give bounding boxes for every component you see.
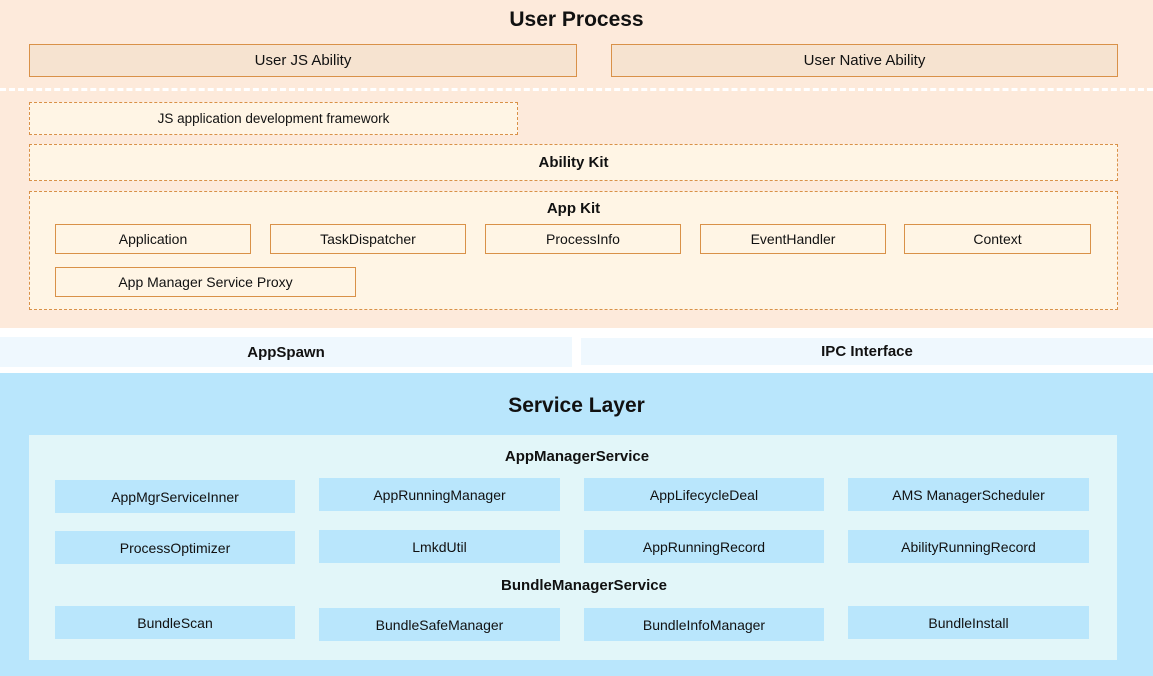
app-kit-item: Application [55, 224, 251, 254]
bundle-manager-service-item: BundleScan [55, 606, 295, 639]
app-manager-service-item: ProcessOptimizer [55, 531, 295, 564]
js-framework-box: JS application development framework [29, 102, 518, 135]
bundle-manager-service-item: BundleInfoManager [584, 608, 824, 641]
app-kit-title: App Kit [546, 199, 601, 217]
app-manager-service-item: AppMgrServiceInner [55, 480, 295, 513]
app-kit-box: App Kit Application TaskDispatcher Proce… [29, 191, 1118, 310]
app-manager-service-item: AppRunningRecord [584, 530, 824, 563]
service-layer: Service Layer AppManagerService AppMgrSe… [0, 373, 1153, 676]
ability-kit-box: Ability Kit [29, 144, 1118, 181]
app-kit-item: EventHandler [700, 224, 886, 254]
appspawn-box: AppSpawn [0, 337, 572, 367]
app-kit-item: TaskDispatcher [270, 224, 466, 254]
ipc-interface-box: IPC Interface [581, 338, 1153, 365]
process-divider [0, 88, 1153, 91]
app-manager-service-item: AppLifecycleDeal [584, 478, 824, 511]
app-manager-service-item: AppRunningManager [319, 478, 560, 511]
user-process-title: User Process [509, 8, 644, 31]
user-js-ability-box: User JS Ability [29, 44, 577, 77]
app-kit-item: Context [904, 224, 1091, 254]
bundle-manager-service-item: BundleSafeManager [319, 608, 560, 641]
app-manager-service-item: AbilityRunningRecord [848, 530, 1089, 563]
app-manager-service-item: AMS ManagerScheduler [848, 478, 1089, 511]
app-manager-service-title: AppManagerService [504, 447, 650, 465]
service-layer-title: Service Layer [508, 394, 645, 417]
app-manager-service-item: LmkdUtil [319, 530, 560, 563]
bundle-manager-service-item: BundleInstall [848, 606, 1089, 639]
service-inner-panel: AppManagerService AppMgrServiceInner App… [29, 435, 1117, 660]
app-kit-item: App Manager Service Proxy [55, 267, 356, 297]
user-process-layer: User Process User JS Ability User Native… [0, 0, 1153, 328]
bundle-manager-service-title: BundleManagerService [501, 576, 667, 594]
app-kit-item: ProcessInfo [485, 224, 681, 254]
user-native-ability-box: User Native Ability [611, 44, 1118, 77]
